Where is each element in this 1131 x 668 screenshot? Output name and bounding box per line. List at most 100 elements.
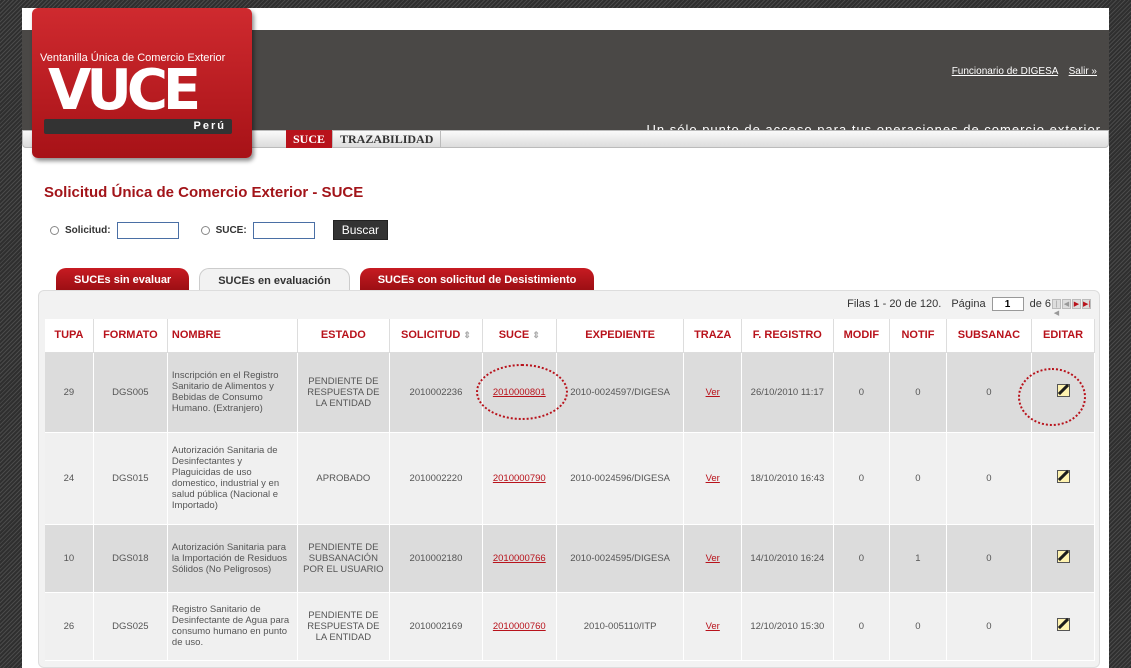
solicitud-label: Solicitud: bbox=[65, 224, 111, 236]
col-nombre: NOMBRE bbox=[167, 319, 298, 353]
vuce-logo[interactable]: Ventanilla Única de Comercio Exterior VU… bbox=[32, 8, 252, 158]
suce-label: SUCE: bbox=[215, 224, 247, 236]
cell-subsanac: 0 bbox=[946, 592, 1033, 661]
traza-link[interactable]: Ver bbox=[706, 621, 720, 632]
cell-registro: 18/10/2010 16:43 bbox=[741, 432, 834, 525]
cell-modif: 0 bbox=[833, 524, 891, 593]
cell-modif: 0 bbox=[833, 592, 891, 661]
col-traza: TRAZA bbox=[683, 319, 743, 353]
solicitud-input[interactable] bbox=[116, 221, 179, 239]
cell-traza: Ver bbox=[683, 524, 743, 593]
cell-subsanac: 0 bbox=[946, 432, 1033, 525]
nav-tab-suce[interactable]: SUCE bbox=[286, 130, 334, 148]
cell-traza: Ver bbox=[683, 432, 743, 525]
nav-tabs: SUCE TRAZABILIDAD bbox=[286, 130, 442, 148]
edit-icon[interactable] bbox=[1056, 470, 1070, 483]
col-editar: EDITAR bbox=[1031, 319, 1095, 353]
cell-formato: DGS005 bbox=[93, 352, 168, 433]
cell-notif: 0 bbox=[889, 352, 947, 433]
suce-radio[interactable] bbox=[200, 225, 210, 235]
logout-link[interactable]: Salir » bbox=[1069, 66, 1097, 77]
table-row: 26 DGS025 Registro Sanitario de Desinfec… bbox=[45, 592, 1095, 661]
cell-traza: Ver bbox=[683, 352, 743, 433]
cell-estado: PENDIENTE DE RESPUESTA DE LA ENTIDAD bbox=[297, 592, 391, 661]
highlight-circle-suce bbox=[476, 364, 568, 420]
table-row: 10 DGS018 Autorización Sanitaria para la… bbox=[45, 524, 1095, 593]
logo-country: Perú bbox=[193, 120, 226, 132]
col-suce-label: SUCE bbox=[498, 329, 530, 342]
first-page-icon[interactable]: |◀ bbox=[1052, 299, 1061, 317]
col-solicitud-label: SOLICITUD bbox=[401, 329, 461, 342]
tab-en-evaluacion[interactable]: SUCEs en evaluación bbox=[199, 268, 350, 291]
cell-estado: PENDIENTE DE RESPUESTA DE LA ENTIDAD bbox=[297, 352, 391, 433]
col-solicitud[interactable]: SOLICITUD ⇕ bbox=[389, 319, 483, 353]
search-button[interactable]: Buscar bbox=[332, 220, 389, 240]
page-total: de 6 bbox=[1029, 298, 1051, 310]
cell-traza: Ver bbox=[683, 592, 743, 661]
cell-tupa: 26 bbox=[45, 592, 94, 661]
col-notif: NOTIF bbox=[889, 319, 947, 353]
cell-expediente: 2010-0024597/DIGESA bbox=[556, 352, 685, 433]
cell-nombre: Registro Sanitario de Desinfectante de A… bbox=[167, 592, 298, 661]
cell-estado: APROBADO bbox=[297, 432, 391, 525]
col-modif: MODIF bbox=[833, 319, 891, 353]
sort-icon: ⇕ bbox=[463, 330, 471, 341]
cell-nombre: Inscripción en el Registro Sanitario de … bbox=[167, 352, 298, 433]
col-registro: F. REGISTRO bbox=[741, 319, 834, 353]
col-expediente: EXPEDIENTE bbox=[556, 319, 685, 353]
col-subsanac: SUBSANAC bbox=[946, 319, 1033, 353]
cell-suce: 2010000766 bbox=[482, 524, 557, 593]
cell-modif: 0 bbox=[833, 432, 891, 525]
cell-expediente: 2010-0024595/DIGESA bbox=[556, 524, 685, 593]
status-tabs: SUCEs sin evaluar SUCEs en evaluación SU… bbox=[56, 268, 604, 291]
cell-notif: 0 bbox=[889, 592, 947, 661]
cell-expediente: 2010-0024596/DIGESA bbox=[556, 432, 685, 525]
last-page-icon[interactable]: ▶| bbox=[1082, 299, 1091, 309]
cell-formato: DGS015 bbox=[93, 432, 168, 525]
cell-registro: 14/10/2010 16:24 bbox=[741, 524, 834, 593]
next-page-icon[interactable]: ▶ bbox=[1072, 299, 1081, 309]
cell-solicitud: 2010002169 bbox=[389, 592, 483, 661]
page-title: Solicitud Única de Comercio Exterior - S… bbox=[44, 184, 364, 201]
cell-nombre: Autorización Sanitaria para la Importaci… bbox=[167, 524, 298, 593]
cell-solicitud: 2010002236 bbox=[389, 352, 483, 433]
traza-link[interactable]: Ver bbox=[706, 553, 720, 564]
cell-estado: PENDIENTE DE SUBSANACIÓN POR EL USUARIO bbox=[297, 524, 391, 593]
suce-link[interactable]: 2010000760 bbox=[493, 621, 546, 632]
cell-registro: 12/10/2010 15:30 bbox=[741, 592, 834, 661]
cell-subsanac: 0 bbox=[946, 524, 1033, 593]
highlight-circle-edit bbox=[1018, 368, 1086, 426]
col-suce[interactable]: SUCE ⇕ bbox=[482, 319, 557, 353]
user-link[interactable]: Funcionario de DIGESA bbox=[952, 66, 1058, 77]
page: Funcionario de DIGESA Salir » Un sólo pu… bbox=[22, 8, 1109, 668]
col-estado: ESTADO bbox=[297, 319, 391, 353]
search-bar: Solicitud: SUCE: Buscar bbox=[50, 220, 389, 240]
traza-link[interactable]: Ver bbox=[706, 387, 720, 398]
col-tupa: TUPA bbox=[45, 319, 94, 353]
nav-tab-trazabilidad[interactable]: TRAZABILIDAD bbox=[333, 130, 442, 148]
sort-icon: ⇕ bbox=[532, 330, 540, 341]
solicitud-radio[interactable] bbox=[50, 225, 59, 235]
prev-page-icon[interactable]: ◀ bbox=[1062, 299, 1071, 309]
logo-text: VUCE bbox=[48, 58, 201, 123]
results-panel: Filas 1 - 20 de 120. Página de 6 |◀ ◀ ▶ … bbox=[38, 290, 1100, 668]
page-input[interactable] bbox=[991, 297, 1024, 311]
pager: Filas 1 - 20 de 120. Página de 6 |◀ ◀ ▶ … bbox=[847, 297, 1091, 317]
suce-input[interactable] bbox=[252, 221, 315, 239]
cell-formato: DGS025 bbox=[93, 592, 168, 661]
cell-modif: 0 bbox=[833, 352, 891, 433]
edit-icon[interactable] bbox=[1056, 550, 1070, 563]
cell-tupa: 24 bbox=[45, 432, 94, 525]
tab-sin-evaluar[interactable]: SUCEs sin evaluar bbox=[56, 268, 190, 291]
cell-editar bbox=[1031, 432, 1095, 525]
suce-link[interactable]: 2010000790 bbox=[493, 473, 546, 484]
suce-link[interactable]: 2010000766 bbox=[493, 553, 546, 564]
traza-link[interactable]: Ver bbox=[706, 473, 720, 484]
table-row: 29 DGS005 Inscripción en el Registro San… bbox=[45, 352, 1095, 433]
edit-icon[interactable] bbox=[1056, 618, 1070, 631]
tab-desistimiento[interactable]: SUCEs con solicitud de Desistimiento bbox=[359, 268, 595, 291]
cell-solicitud: 2010002180 bbox=[389, 524, 483, 593]
cell-notif: 0 bbox=[889, 432, 947, 525]
cell-solicitud: 2010002220 bbox=[389, 432, 483, 525]
col-formato: FORMATO bbox=[93, 319, 168, 353]
